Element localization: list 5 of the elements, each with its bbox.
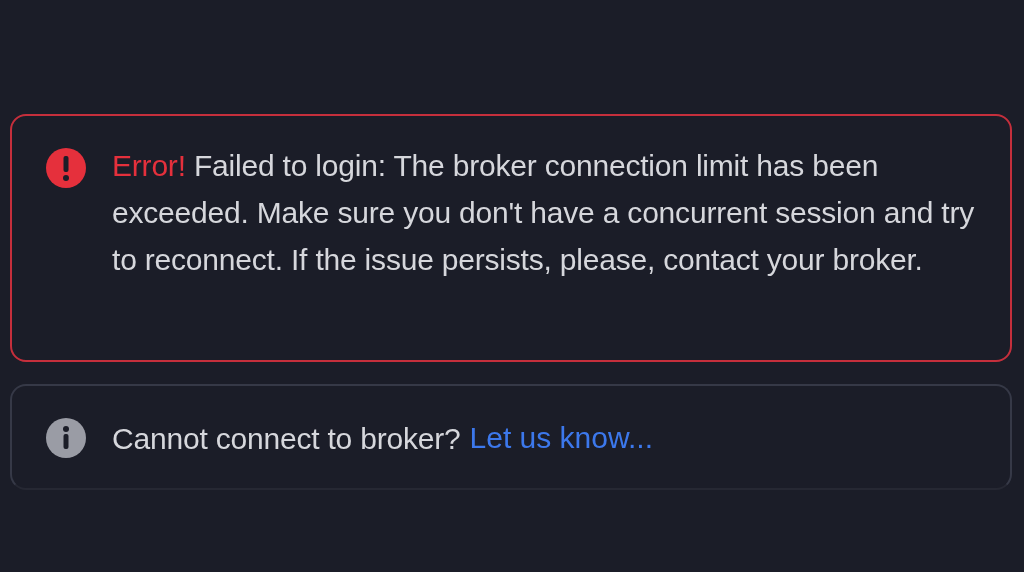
- error-icon: [46, 148, 86, 188]
- info-text: Cannot connect to broker?: [112, 420, 461, 457]
- contact-link[interactable]: Let us know...: [469, 421, 653, 455]
- error-message: Error! Failed to login: The broker connection limit has been exceeded. Make sure you don't have a concurrent session and try to reconnect. If the issue persists, please, contact your broker.: [112, 148, 975, 278]
- info-icon: [46, 418, 86, 458]
